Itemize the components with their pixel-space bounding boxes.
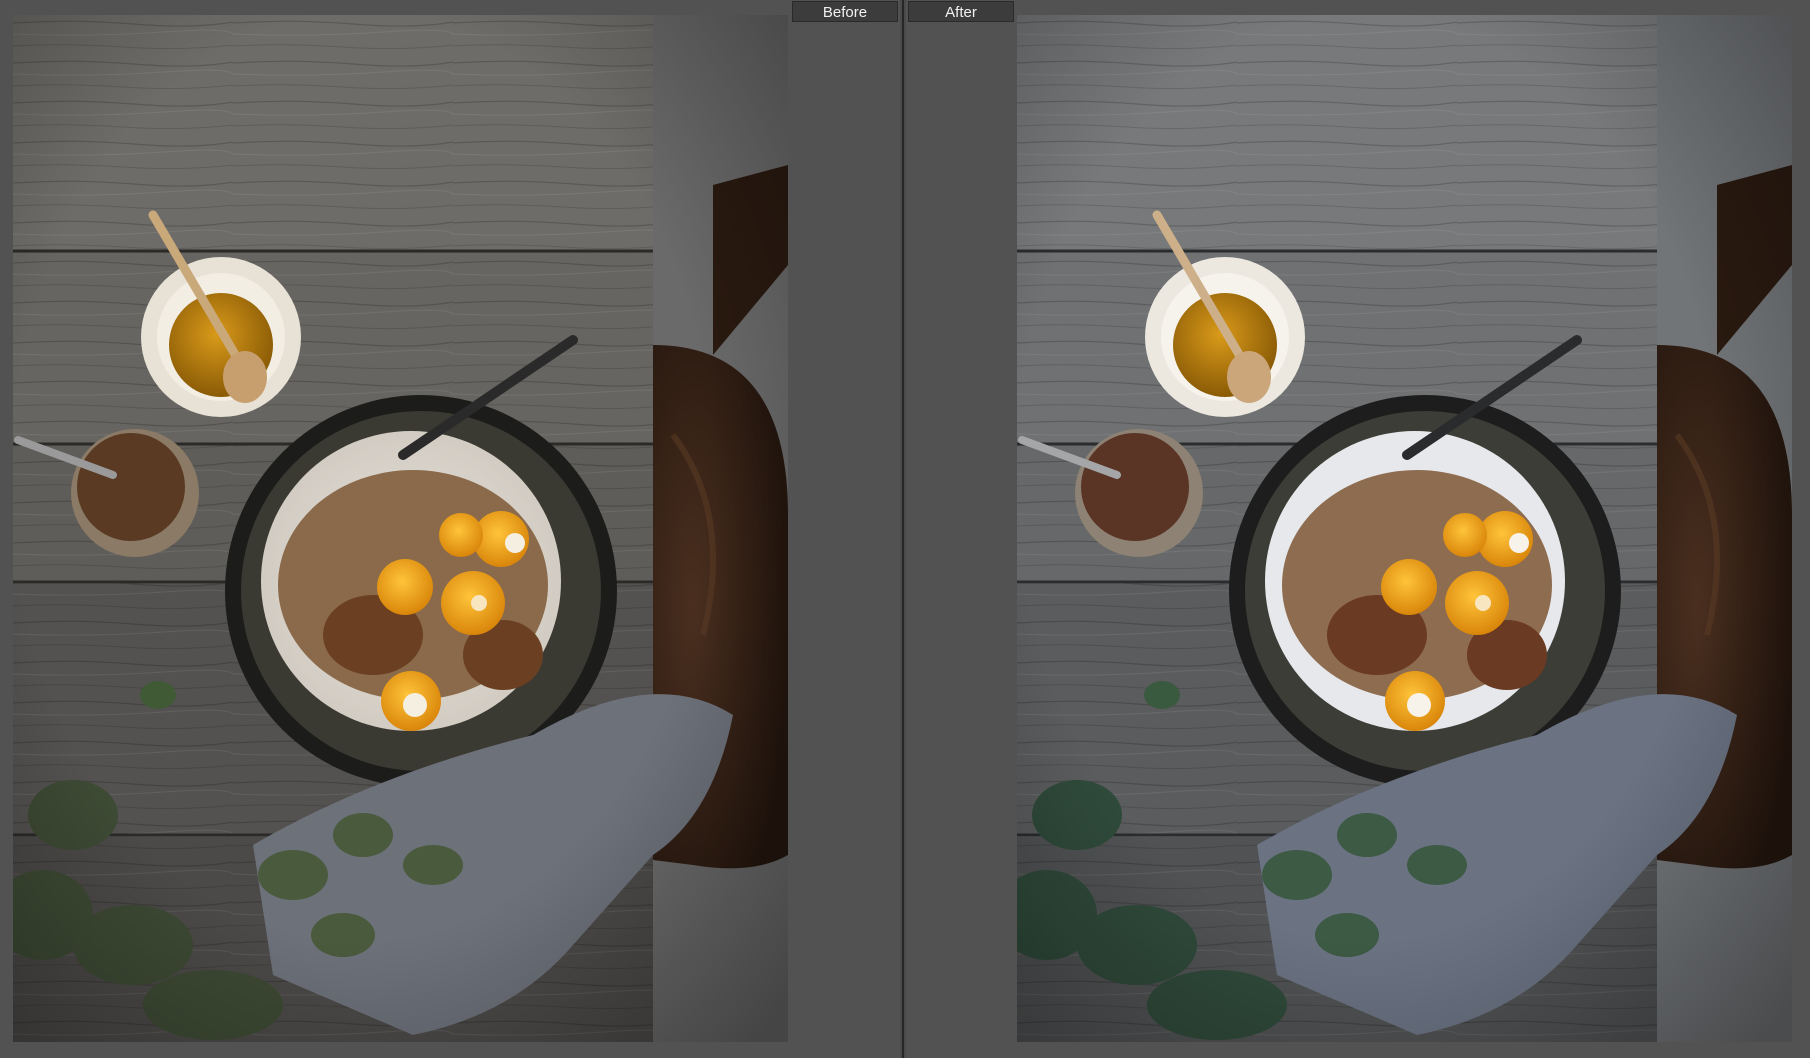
before-photo: [13, 15, 788, 1042]
after-photo-image: [1017, 15, 1792, 1042]
after-photo: [1017, 15, 1792, 1042]
before-label: Before: [792, 1, 898, 22]
before-photo-image: [13, 15, 788, 1042]
before-pane: Before: [0, 0, 900, 1058]
after-pane: After: [906, 0, 1810, 1058]
after-label: After: [908, 1, 1014, 22]
